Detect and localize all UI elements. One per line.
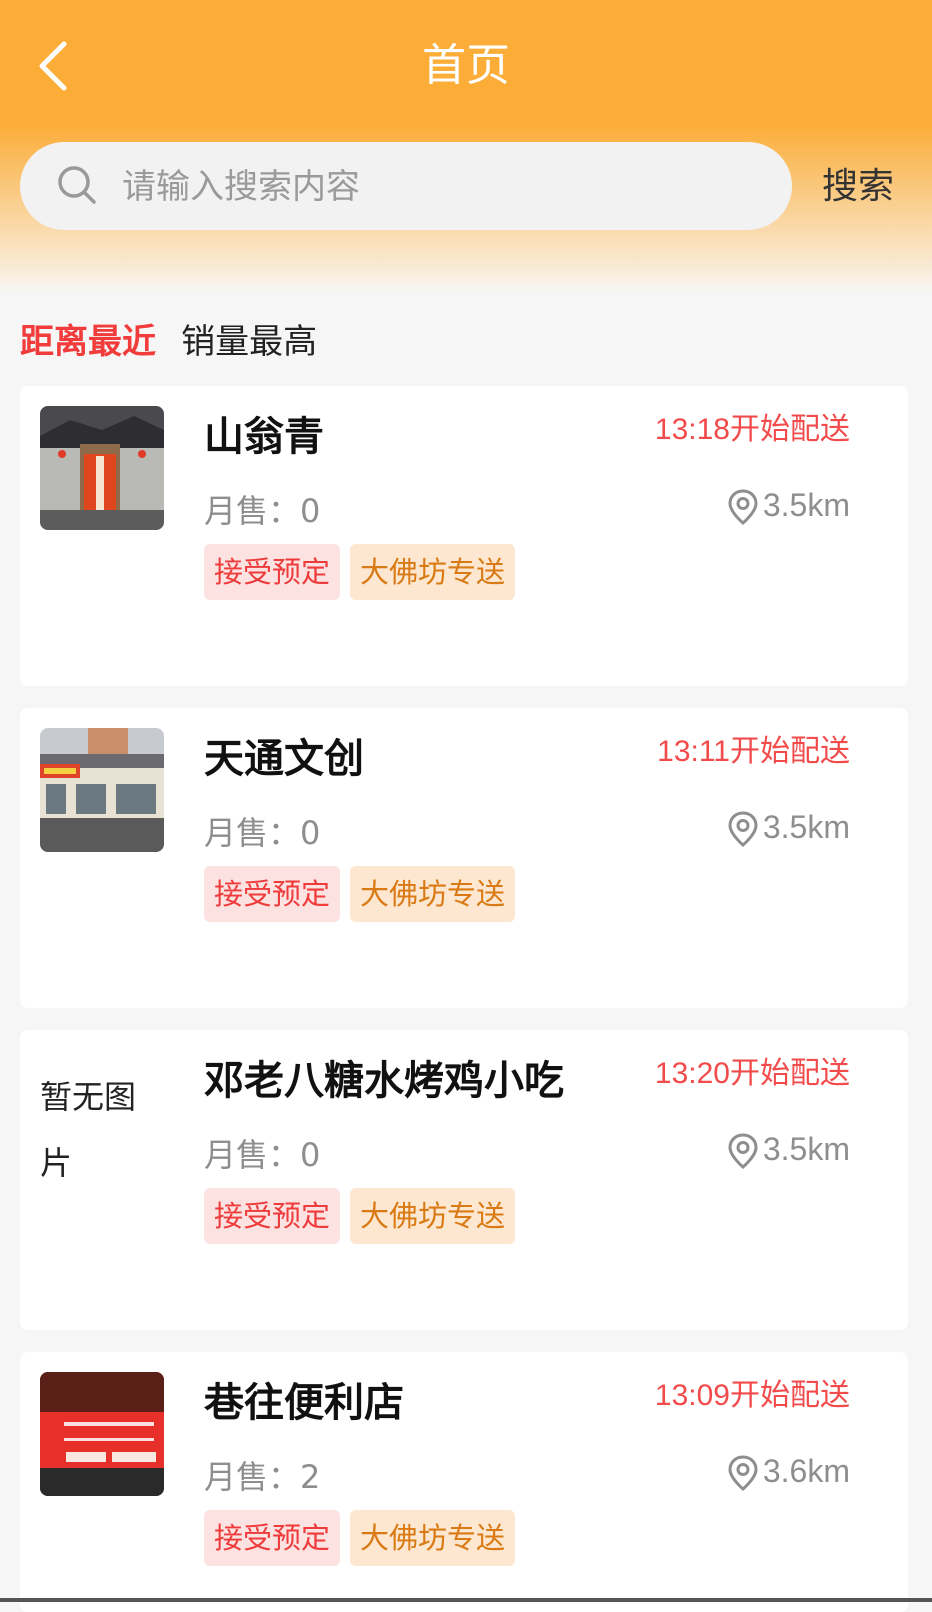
store-image — [40, 406, 164, 530]
search-box[interactable] — [20, 142, 792, 230]
location-pin-icon — [728, 1455, 758, 1491]
sort-tabs: 距离最近 销量最高 — [20, 320, 337, 364]
location-pin-icon — [728, 1133, 758, 1169]
store-name: 巷往便利店 — [204, 1380, 404, 1426]
tag-reserve: 接受预定 — [204, 866, 341, 922]
tag-reserve: 接受预定 — [204, 544, 341, 600]
store-name: 邓老八糖水烤鸡小吃 — [204, 1058, 564, 1104]
distance: 3.5km — [727, 484, 850, 526]
distance-value: 3.6km — [762, 1453, 850, 1489]
distance: 3.5km — [727, 1128, 850, 1170]
tag-list: 接受预定 大佛坊专送 — [204, 544, 525, 600]
tag-list: 接受预定 大佛坊专送 — [204, 1188, 525, 1244]
distance: 3.5km — [727, 806, 850, 848]
monthly-sales: 月售：2 — [204, 1458, 321, 1496]
store-card[interactable]: 山翁青 13:18开始配送 月售：0 3.5km 接受预定 大佛坊专送 — [20, 386, 908, 686]
distance-value: 3.5km — [762, 487, 850, 523]
monthly-sales: 月售：0 — [204, 1136, 321, 1174]
sort-tab-sales[interactable]: 销量最高 — [181, 320, 317, 364]
store-card[interactable]: 暂无图片 邓老八糖水烤鸡小吃 13:20开始配送 月售：0 3.5km 接受预定… — [20, 1030, 908, 1330]
store-card[interactable]: 天通文创 13:11开始配送 月售：0 3.5km 接受预定 大佛坊专送 — [20, 708, 908, 1008]
search-input[interactable] — [120, 156, 764, 218]
tag-list: 接受预定 大佛坊专送 — [204, 866, 525, 922]
page-title: 首页 — [422, 40, 510, 91]
tag-delivery: 大佛坊专送 — [350, 544, 516, 600]
monthly-sales: 月售：0 — [204, 814, 321, 852]
store-name: 天通文创 — [204, 736, 364, 782]
location-pin-icon — [728, 489, 758, 525]
bottom-edge — [0, 1598, 932, 1602]
location-pin-icon — [728, 811, 758, 847]
delivery-time: 13:11开始配送 — [657, 735, 850, 768]
delivery-time: 13:18开始配送 — [654, 413, 850, 446]
distance-value: 3.5km — [762, 1131, 850, 1167]
distance-value: 3.5km — [762, 809, 850, 845]
distance: 3.6km — [727, 1450, 850, 1492]
tag-reserve: 接受预定 — [204, 1188, 341, 1244]
delivery-time: 13:20开始配送 — [654, 1057, 850, 1090]
search-icon — [58, 166, 96, 204]
search-button[interactable]: 搜索 — [822, 164, 894, 210]
sort-tab-nearest[interactable]: 距离最近 — [20, 320, 156, 364]
tag-delivery: 大佛坊专送 — [350, 866, 516, 922]
monthly-sales: 月售：0 — [204, 492, 321, 530]
store-card[interactable]: 巷往便利店 13:09开始配送 月售：2 3.6km 接受预定 大佛坊专送 — [20, 1352, 908, 1612]
tag-list: 接受预定 大佛坊专送 — [204, 1510, 525, 1566]
tag-reserve: 接受预定 — [204, 1510, 341, 1566]
tag-delivery: 大佛坊专送 — [350, 1188, 516, 1244]
store-image — [40, 728, 164, 852]
delivery-time: 13:09开始配送 — [654, 1379, 850, 1412]
store-name: 山翁青 — [204, 414, 324, 460]
no-image-placeholder: 暂无图片 — [40, 1078, 137, 1182]
tag-delivery: 大佛坊专送 — [350, 1510, 516, 1566]
store-image — [40, 1372, 164, 1496]
